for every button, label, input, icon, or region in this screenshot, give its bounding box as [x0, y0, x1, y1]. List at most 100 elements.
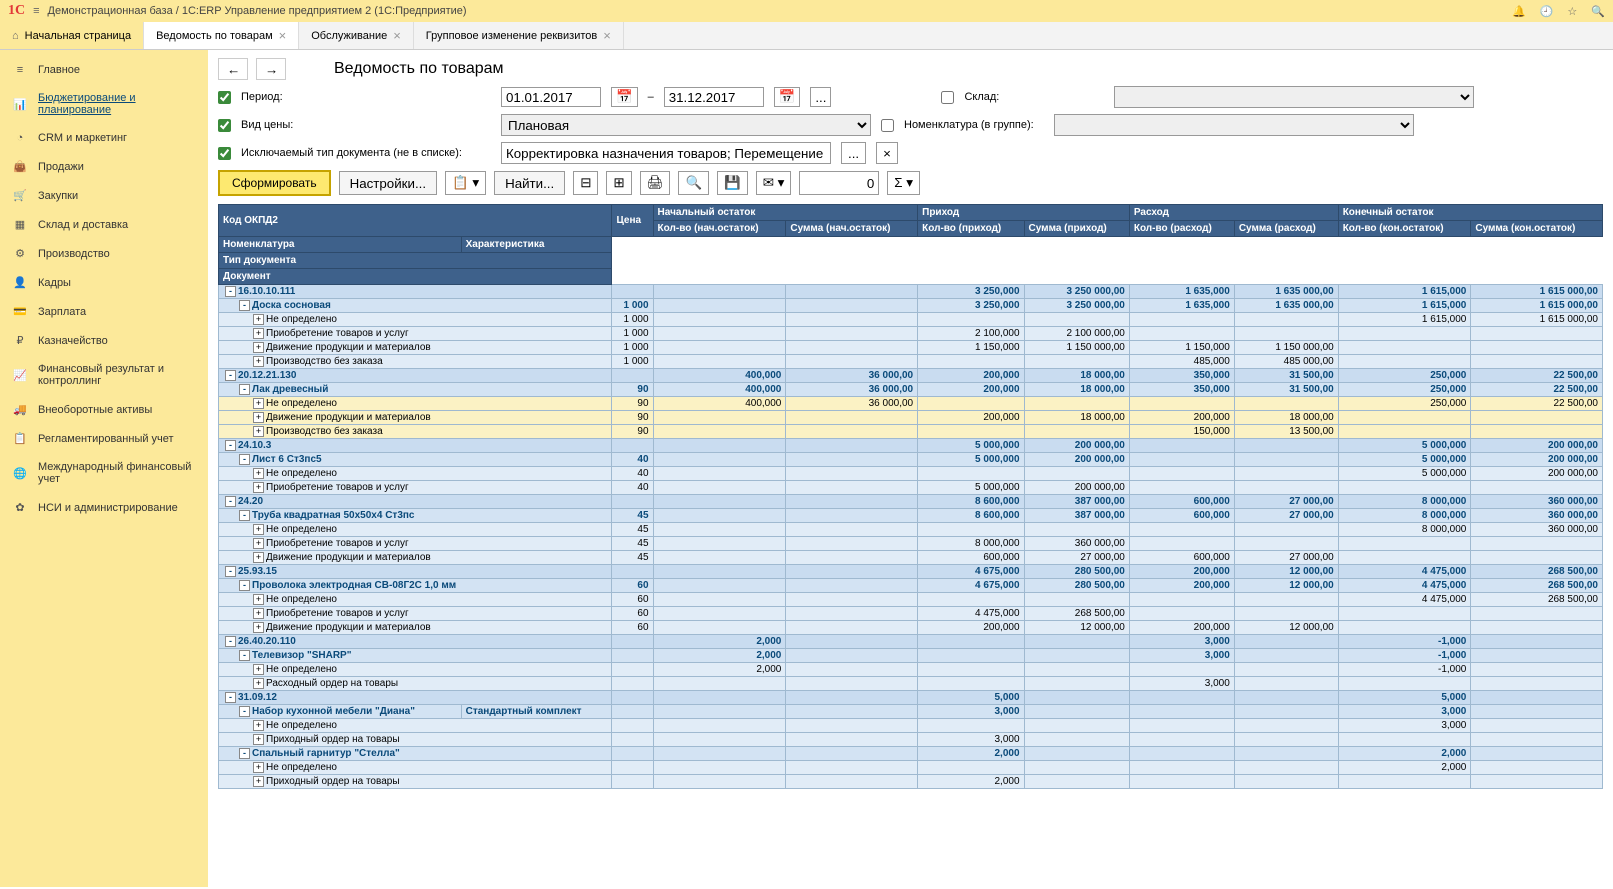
calendar-icon[interactable]: 📅 [611, 87, 638, 107]
bell-icon[interactable]: 🔔 [1512, 5, 1526, 18]
save-button[interactable]: 💾 [717, 171, 748, 195]
sigma-button[interactable]: Σ ▾ [887, 171, 920, 195]
menu-icon[interactable]: ≡ [33, 5, 39, 17]
grid-row[interactable]: +Расходный ордер на товары3,000 [219, 677, 1603, 691]
expand-icon[interactable]: + [253, 762, 264, 773]
grid-row[interactable]: +Движение продукции и материалов45600,00… [219, 551, 1603, 565]
expand-icon[interactable]: + [253, 314, 264, 325]
grid-row[interactable]: +Не определено604 475,000268 500,00 [219, 593, 1603, 607]
generate-button[interactable]: Сформировать [218, 170, 331, 196]
sidebar-item[interactable]: 🚚Внеоборотные активы [0, 395, 208, 424]
sidebar-item[interactable]: ₽Казначейство [0, 326, 208, 355]
forward-button[interactable]: → [256, 58, 286, 80]
tab-group-edit[interactable]: Групповое изменение реквизитов × [414, 22, 624, 49]
expand-icon[interactable]: + [253, 538, 264, 549]
sidebar-item[interactable]: 📊Бюджетирование и планирование [0, 84, 208, 124]
grid-row[interactable]: -24.208 600,000387 000,00600,00027 000,0… [219, 495, 1603, 509]
excluded-picker[interactable]: ... [841, 142, 866, 164]
period-checkbox[interactable] [218, 91, 231, 104]
grid-row[interactable]: +Не определено2,000 [219, 761, 1603, 775]
expand-icon[interactable]: - [239, 706, 250, 717]
expand-icon[interactable]: - [239, 454, 250, 465]
sidebar-item[interactable]: 📈Финансовый результат и контроллинг [0, 355, 208, 395]
tab-service[interactable]: Обслуживание × [299, 22, 414, 49]
expand-icon[interactable]: - [239, 384, 250, 395]
sidebar-item[interactable]: 💳Зарплата [0, 297, 208, 326]
collapse-button[interactable]: ⊟ [573, 171, 598, 195]
grid-row[interactable]: +Не определено3,000 [219, 719, 1603, 733]
tab-home[interactable]: ⌂ Начальная страница [0, 22, 144, 49]
grid-row[interactable]: -26.40.20.1102,0003,000-1,000 [219, 635, 1603, 649]
settings-button[interactable]: Настройки... [339, 171, 437, 195]
expand-icon[interactable]: - [239, 580, 250, 591]
date-from[interactable] [501, 87, 601, 107]
tab-report[interactable]: Ведомость по товарам × [144, 22, 299, 49]
expand-icon[interactable]: + [253, 468, 264, 479]
grid-row[interactable]: +Не определено2,000-1,000 [219, 663, 1603, 677]
grid-row[interactable]: +Производство без заказа1 000485,000485 … [219, 355, 1603, 369]
grid-row[interactable]: +Приходный ордер на товары2,000 [219, 775, 1603, 789]
excluded-input[interactable] [501, 142, 831, 164]
grid-row[interactable]: -Труба квадратная 50х50х4 Ст3пс458 600,0… [219, 509, 1603, 523]
expand-icon[interactable]: - [239, 650, 250, 661]
expand-icon[interactable]: + [253, 734, 264, 745]
expand-icon[interactable]: + [253, 678, 264, 689]
grid-row[interactable]: -20.12.21.130400,00036 000,00200,00018 0… [219, 369, 1603, 383]
excluded-clear[interactable]: × [876, 142, 898, 164]
expand-icon[interactable]: - [225, 636, 236, 647]
close-icon[interactable]: × [393, 28, 401, 43]
back-button[interactable]: ← [218, 58, 248, 80]
grid-row[interactable]: -Лак древесный90400,00036 000,00200,0001… [219, 383, 1603, 397]
expand-icon[interactable]: + [253, 398, 264, 409]
grid-row[interactable]: +Движение продукции и материалов60200,00… [219, 621, 1603, 635]
expand-icon[interactable]: - [239, 510, 250, 521]
grid-row[interactable]: +Не определено1 0001 615,0001 615 000,00 [219, 313, 1603, 327]
sidebar-item[interactable]: 📋Регламентированный учет [0, 424, 208, 453]
sidebar-item[interactable]: 🌐Международный финансовый учет [0, 453, 208, 493]
expand-icon[interactable]: + [253, 664, 264, 675]
calendar-icon[interactable]: 📅 [774, 87, 801, 107]
grid-row[interactable]: -Лист 6 Ст3пс5405 000,000200 000,005 000… [219, 453, 1603, 467]
precision-input[interactable] [799, 171, 879, 195]
expand-icon[interactable]: + [253, 776, 264, 787]
grid-row[interactable]: -Проволока электродная СВ-08Г2С 1,0 мм60… [219, 579, 1603, 593]
grid-row[interactable]: +Приобретение товаров и услуг458 000,000… [219, 537, 1603, 551]
grid-row[interactable]: +Не определено405 000,000200 000,00 [219, 467, 1603, 481]
history-icon[interactable]: 🕘 [1540, 5, 1554, 18]
expand-icon[interactable]: - [239, 300, 250, 311]
excluded-checkbox[interactable] [218, 147, 231, 160]
pricetype-checkbox[interactable] [218, 119, 231, 132]
period-picker-button[interactable]: ... [810, 87, 831, 107]
sidebar-item[interactable]: ◔CRM и маркетинг [0, 124, 208, 152]
expand-icon[interactable]: + [253, 356, 264, 367]
grid-row[interactable]: +Приобретение товаров и услуг1 0002 100,… [219, 327, 1603, 341]
expand-icon[interactable]: + [253, 524, 264, 535]
sidebar-item[interactable]: ≡Главное [0, 56, 208, 84]
grid-row[interactable]: +Приобретение товаров и услуг604 475,000… [219, 607, 1603, 621]
grid-row[interactable]: +Движение продукции и материалов1 0001 1… [219, 341, 1603, 355]
expand-icon[interactable]: + [253, 720, 264, 731]
sidebar-item[interactable]: ▦Склад и доставка [0, 210, 208, 239]
email-button[interactable]: ✉ ▾ [756, 171, 792, 195]
pricetype-select[interactable]: Плановая [501, 114, 871, 136]
expand-icon[interactable]: + [253, 412, 264, 423]
expand-icon[interactable]: - [225, 566, 236, 577]
expand-icon[interactable]: - [225, 440, 236, 451]
sidebar-item[interactable]: 👜Продажи [0, 152, 208, 181]
expand-icon[interactable]: + [253, 342, 264, 353]
expand-icon[interactable]: + [253, 622, 264, 633]
expand-icon[interactable]: + [253, 426, 264, 437]
expand-icon[interactable]: - [225, 496, 236, 507]
close-icon[interactable]: × [279, 28, 287, 43]
warehouse-select[interactable] [1114, 86, 1474, 108]
grid-row[interactable]: +Производство без заказа90150,00013 500,… [219, 425, 1603, 439]
grid-row[interactable]: -31.09.125,0005,000 [219, 691, 1603, 705]
warehouse-checkbox[interactable] [941, 91, 954, 104]
sidebar-item[interactable]: ✿НСИ и администрирование [0, 493, 208, 522]
grid-row[interactable]: +Движение продукции и материалов90200,00… [219, 411, 1603, 425]
grid-row[interactable]: -25.93.154 675,000280 500,00200,00012 00… [219, 565, 1603, 579]
sidebar-item[interactable]: ⚙Производство [0, 239, 208, 268]
nomenclature-select[interactable] [1054, 114, 1414, 136]
expand-icon[interactable]: + [253, 594, 264, 605]
grid-row[interactable]: -Доска сосновая1 0003 250,0003 250 000,0… [219, 299, 1603, 313]
